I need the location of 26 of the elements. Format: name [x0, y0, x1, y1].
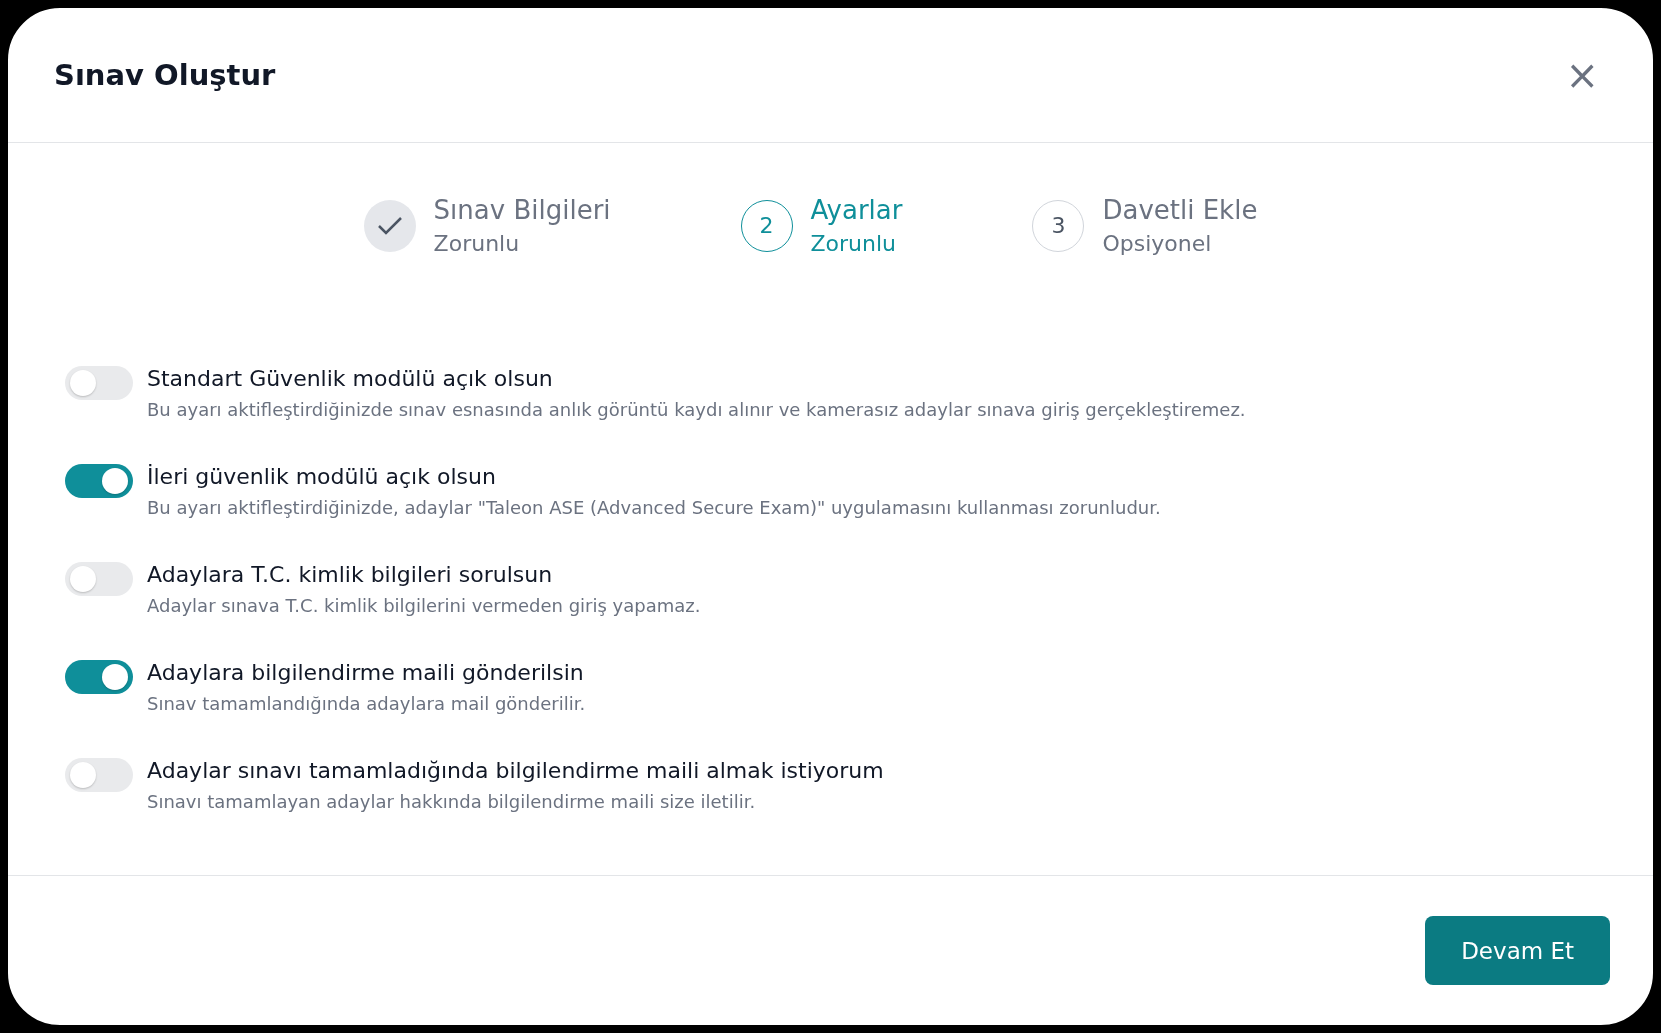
- setting-description: Sınav tamamlandığında adaylara mail gönderilir.: [147, 693, 586, 714]
- setting-label: Adaylar sınavı tamamladığında bilgilendirme maili almak istiyorum: [147, 758, 884, 783]
- toggle-switch[interactable]: [65, 758, 133, 792]
- step-title[interactable]: Davetli Ekle: [1102, 195, 1258, 225]
- setting-description: Sınavı tamamlayan adaylar hakkında bilgilendirme maili size iletilir.: [147, 791, 757, 812]
- setting-description: Bu ayarı aktifleştirdiğinizde sınav esnasında anlık görüntü kaydı alınır ve kamerasız adaylar sınava giriş gerçekleştiremez.: [147, 399, 1246, 420]
- step-number: 2: [740, 199, 793, 252]
- setting-description: Bu ayarı aktifleştirdiğinizde, adaylar "Taleon ASE (Advanced Secure Exam)" uygulamasını kullanması zorunludur.: [147, 497, 1161, 518]
- toggle-switch[interactable]: [65, 562, 133, 596]
- step-subtitle: Opsiyonel: [1102, 231, 1213, 256]
- toggle-switch[interactable]: [65, 366, 133, 400]
- setting-label: Adaylara bilgilendirme maili gönderilsin: [147, 660, 585, 685]
- setting-description: Adaylar sınava T.C. kimlik bilgilerini vermeden giriş yapamaz.: [147, 595, 701, 616]
- step-title[interactable]: Sınav Bilgileri: [433, 195, 611, 225]
- setting-label: Adaylara T.C. kimlik bilgileri sorulsun: [147, 562, 554, 587]
- toggle-switch[interactable]: [65, 464, 133, 498]
- step-subtitle: Zorunlu: [810, 231, 898, 256]
- close-button[interactable]: ×: [1561, 55, 1603, 95]
- setting-label: İleri güvenlik modülü açık olsun: [147, 464, 497, 489]
- continue-button[interactable]: Devam Et: [1425, 916, 1610, 985]
- dialog-title: Sınav Oluştur: [54, 58, 276, 92]
- setting-label: Standart Güvenlik modülü açık olsun: [147, 366, 554, 391]
- step-subtitle: Zorunlu: [433, 231, 521, 256]
- toggle-switch[interactable]: [65, 660, 133, 694]
- step-title[interactable]: Ayarlar: [810, 195, 903, 225]
- step-number: 3: [1032, 199, 1085, 252]
